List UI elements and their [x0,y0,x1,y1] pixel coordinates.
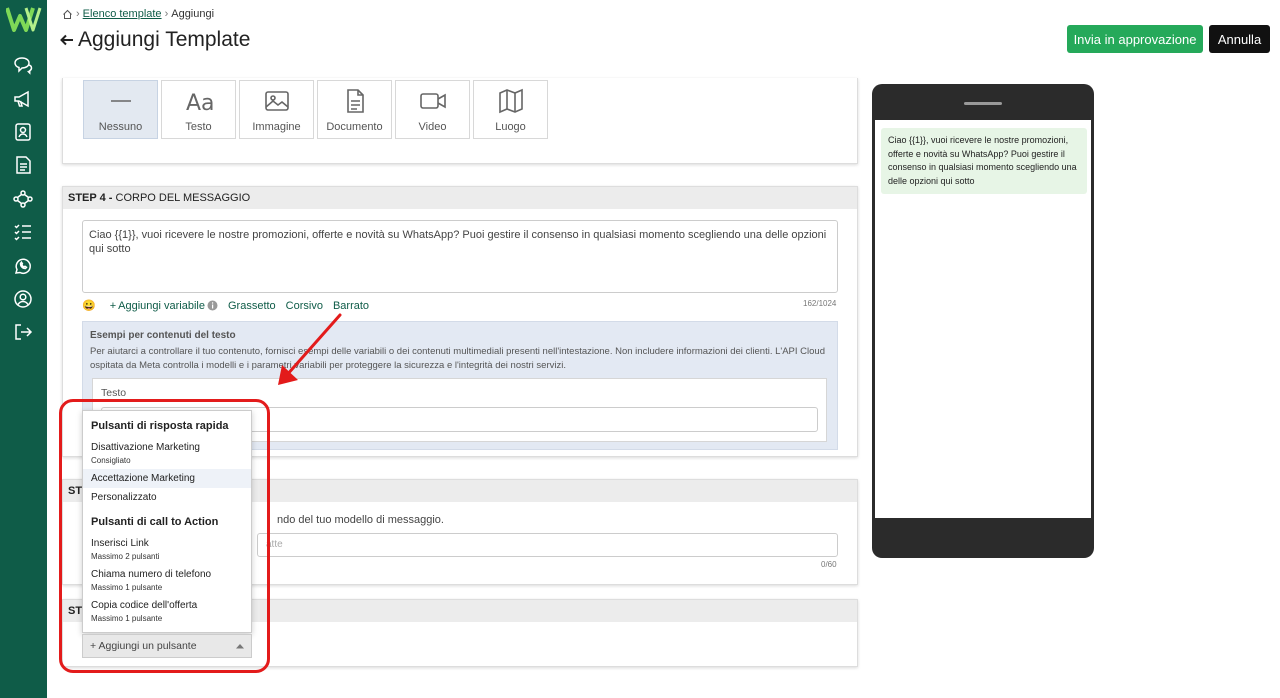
step4-header: STEP 4 - CORPO DEL MESSAGGIO [63,187,857,209]
media-tile-document[interactable]: Documento [317,80,392,139]
brand-logo-icon[interactable] [6,6,42,32]
menu-item-call-phone[interactable]: Chiama numero di telefono Massimo 1 puls… [83,565,251,596]
breadcrumb-link-templates[interactable]: Elenco template [83,8,162,20]
text-aa-icon: Aa [186,91,213,115]
examples-description: Per aiutarci a controllare il tuo conten… [90,346,825,372]
example-field-label: Testo [101,387,127,399]
document-icon [346,89,364,113]
flow-icon[interactable] [12,188,34,210]
home-icon[interactable] [62,9,73,20]
contacts-icon[interactable] [12,121,34,143]
media-tile-label: Testo [185,121,212,133]
menu-item-marketing-optout[interactable]: Disattivazione Marketing Consigliato [83,438,251,469]
video-icon [419,93,446,109]
media-tile-label: Immagine [252,121,301,133]
main-content: › Elenco template › Aggiungi Aggiungi Te… [47,0,1280,698]
media-tile-video[interactable]: Video [395,80,470,139]
menu-item-label: Personalizzato [91,492,157,503]
phone-preview: Ciao {{1}}, vuoi ricevere le nostre prom… [872,84,1094,558]
image-icon [264,91,289,111]
menu-item-label: Disattivazione Marketing [91,442,200,453]
media-tile-location[interactable]: Luogo [473,80,548,139]
step4-prefix: STEP 4 - [68,192,113,204]
add-variable-button[interactable]: + Aggiungi variabile [110,300,218,312]
footer-description: ndo del tuo modello di messaggio. [277,514,444,526]
menu-item-insert-link[interactable]: Inserisci Link Massimo 2 pulsanti [83,534,251,565]
cancel-button[interactable]: Annulla [1209,25,1270,53]
menu-item-sublabel: Massimo 1 pulsante [91,583,163,592]
media-tile-label: Video [418,121,447,133]
footer-input[interactable]: atte [257,533,838,557]
minus-icon [110,100,131,102]
page-title-text: Aggiungi Template [78,28,251,51]
breadcrumb-separator: › [76,8,80,20]
cta-section-title: Pulsanti di call to Action [91,516,219,528]
menu-item-label: Copia codice dell'offerta [91,600,198,611]
logout-icon[interactable] [12,321,34,343]
annotation-arrow-icon [278,313,342,385]
media-tile-none[interactable]: Nessuno [83,80,158,139]
media-tile-text[interactable]: Aa Testo [161,80,236,139]
page-title: Aggiungi Template [60,28,250,52]
info-icon[interactable] [207,300,218,311]
checklist-icon[interactable] [12,221,34,243]
quick-reply-section-title: Pulsanti di risposta rapida [91,420,229,432]
menu-item-marketing-optin[interactable]: Accettazione Marketing [83,469,251,488]
media-tile-label: Documento [326,121,383,133]
step5-title: ST [68,485,83,497]
emoji-icon[interactable]: 😀 [82,299,96,312]
breadcrumb-separator: › [164,8,169,20]
menu-item-sublabel: Massimo 1 pulsante [91,614,163,623]
phone-speaker [964,102,1002,105]
breadcrumb-current: Aggiungi [171,8,215,20]
media-tile-label: Nessuno [98,121,143,133]
phone-screen: Ciao {{1}}, vuoi ricevere le nostre prom… [875,120,1091,518]
step6-title: ST [68,605,83,617]
bold-button[interactable]: Grassetto [228,300,276,312]
menu-item-label: Chiama numero di telefono [91,569,212,580]
map-icon [498,88,523,114]
media-type-selector: Nessuno Aa Testo Immagine Documento Vide… [83,80,548,139]
preview-message-bubble: Ciao {{1}}, vuoi ricevere le nostre prom… [881,128,1087,194]
add-variable-label: Aggiungi variabile [118,299,205,312]
caret-up-icon [236,644,244,649]
examples-title: Esempi per contenuti del testo [90,330,236,341]
add-button-dropdown: Pulsanti di risposta rapida Disattivazio… [82,410,252,633]
submit-approval-button[interactable]: Invia in approvazione [1067,25,1203,53]
menu-item-custom[interactable]: Personalizzato [83,488,251,507]
svg-text:Aa: Aa [186,91,213,115]
add-button-select[interactable]: + Aggiungi un pulsante [82,634,252,658]
media-tile-label: Luogo [495,121,526,133]
menu-item-sublabel: Massimo 2 pulsanti [91,552,160,561]
plus-icon: + [109,299,117,312]
template-icon[interactable] [12,154,34,176]
breadcrumb: › Elenco template › Aggiungi [62,8,214,20]
whatsapp-icon[interactable] [12,255,34,277]
menu-item-label: Accettazione Marketing [91,473,195,484]
menu-item-sublabel: Consigliato [91,456,131,465]
media-tile-image[interactable]: Immagine [239,80,314,139]
menu-item-copy-offer-code[interactable]: Copia codice dell'offerta Massimo 1 puls… [83,596,251,627]
message-body-textarea[interactable]: Ciao {{1}}, vuoi ricevere le nostre prom… [82,220,838,293]
user-profile-icon[interactable] [12,288,34,310]
body-char-counter: 162/1024 [803,299,837,308]
footer-char-counter: 0/60 [821,560,837,569]
step4-title: CORPO DEL MESSAGGIO [115,192,251,204]
chat-icon[interactable] [12,54,34,76]
back-arrow-icon[interactable] [60,33,74,47]
megaphone-icon[interactable] [12,88,34,110]
add-button-label: + Aggiungi un pulsante [90,640,197,652]
menu-item-label: Inserisci Link [91,538,149,549]
sidebar [0,0,47,698]
